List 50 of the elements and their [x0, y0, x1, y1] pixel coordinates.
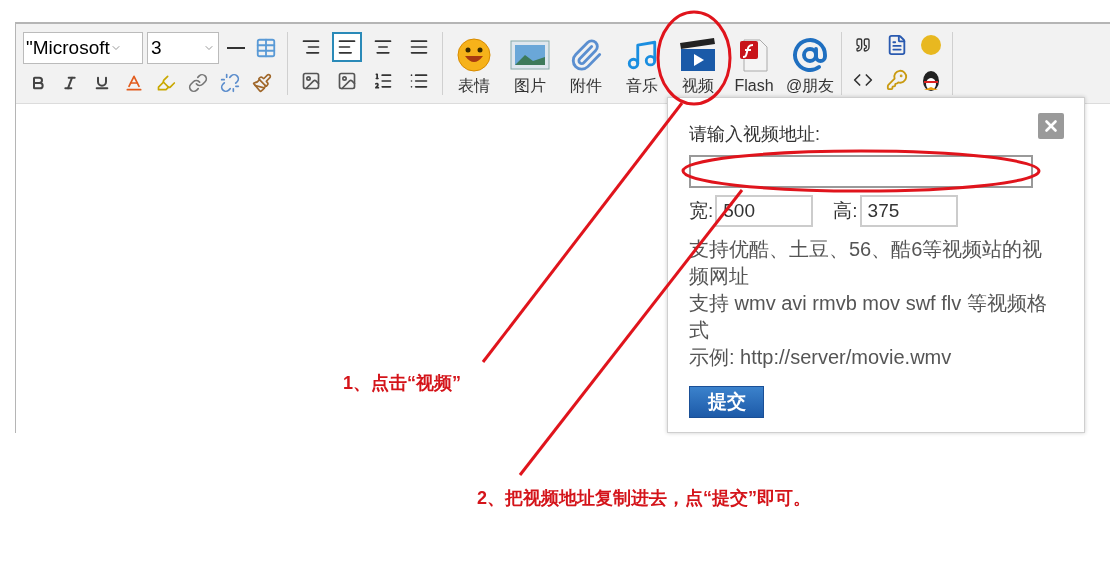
clapperboard-icon [678, 37, 718, 73]
unlink-icon [220, 73, 240, 93]
dialog-title: 请输入视频地址: [689, 123, 820, 146]
round-badge-icon [920, 34, 942, 56]
media-button[interactable]: 图片 [505, 35, 555, 95]
submit-button[interactable]: 提交 [689, 386, 764, 418]
media-button[interactable]: 视频 [673, 35, 723, 95]
media-button[interactable]: Flash [729, 35, 779, 95]
height-label: 高: [833, 198, 858, 223]
key-icon [886, 68, 908, 91]
annotation-text: 2、把视频地址复制进去，点“提交”即可。 [477, 487, 811, 510]
url-input-field[interactable] [689, 155, 1033, 188]
height-input-field[interactable]: 375 [859, 195, 958, 227]
align-center-icon [373, 37, 393, 57]
help-text: 示例: http://server/movie.wmv [689, 345, 953, 370]
align-right-icon [301, 37, 321, 57]
annotation-text: 1、点击“视频” [343, 372, 461, 395]
table-icon [255, 37, 277, 59]
media-button[interactable]: 表情 [449, 35, 499, 95]
underline-icon [94, 75, 110, 91]
bullet-list-icon [409, 71, 429, 91]
link-icon [188, 73, 208, 93]
media-button[interactable]: 音乐 [617, 35, 667, 95]
highlighter-icon [156, 73, 176, 93]
align-justify-icon [409, 37, 429, 57]
image-left-icon [301, 71, 321, 91]
picture-icon [510, 39, 550, 71]
paperclip-icon [569, 38, 603, 72]
brush-icon [252, 73, 272, 93]
font-select[interactable]: "Microsoft [23, 32, 143, 64]
help-text: 支持 wmv avi rmvb mov swf flv 等视频格式 [689, 291, 1048, 343]
media-button[interactable]: @朋友 [785, 35, 835, 95]
size-select[interactable]: 3 [147, 32, 219, 64]
music-note-icon [625, 38, 659, 72]
bold-icon [30, 75, 46, 91]
close-button[interactable] [1038, 113, 1064, 139]
align-left-button[interactable] [332, 32, 362, 62]
horizontal-rule-icon [227, 47, 245, 49]
quote-icon [855, 37, 871, 53]
image-right-icon [337, 71, 357, 91]
align-left-icon [337, 37, 357, 57]
text-color-icon [124, 73, 144, 93]
at-sign-icon [792, 37, 828, 73]
width-label: 宽: [689, 198, 714, 223]
numbered-list-icon [373, 71, 393, 91]
media-button[interactable]: 附件 [561, 35, 611, 95]
smiley-icon [456, 37, 492, 73]
word-document-icon [886, 34, 908, 56]
italic-icon [62, 75, 78, 91]
close-icon [1042, 117, 1060, 135]
